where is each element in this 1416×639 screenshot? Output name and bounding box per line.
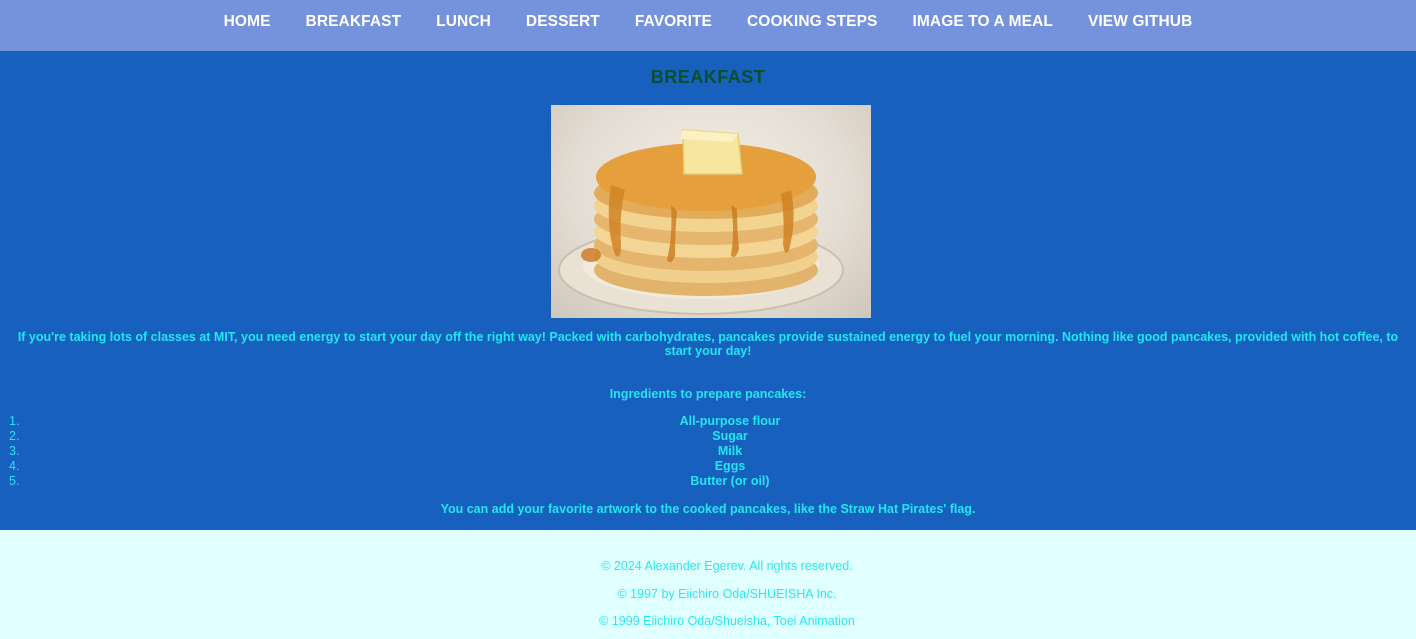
list-item-number: 2.: [9, 429, 20, 443]
list-item: 3. Milk: [0, 444, 1416, 459]
list-item-number: 3.: [9, 444, 20, 458]
top-nav: HOME BREAKFAST LUNCH DESSERT FAVORITE CO…: [0, 0, 1416, 51]
list-item-number: 4.: [9, 459, 20, 473]
list-item-text: All-purpose flour: [679, 414, 781, 428]
nav-dessert-link[interactable]: DESSERT: [526, 13, 600, 31]
footer-copyright-3: © 1999 Eiichiro Oda/Shueisha, Toei Anima…: [599, 614, 855, 628]
list-item-text: Sugar: [712, 429, 748, 443]
ingredients-heading: Ingredients to prepare pancakes:: [609, 387, 807, 401]
nav-breakfast-link[interactable]: BREAKFAST: [306, 13, 402, 31]
list-item-text: Milk: [717, 444, 743, 458]
footer-copyright-2: © 1997 by Eiichiro Oda/SHUEISHA Inc.: [617, 587, 837, 601]
list-item-text: Butter (or oil): [690, 474, 770, 488]
nav-favorite-link[interactable]: FAVORITE: [635, 13, 712, 31]
nav-home-link[interactable]: HOME: [224, 13, 271, 31]
pancakes-photo: [551, 105, 871, 318]
main-content: BREAKFAST If you're taking lots of class…: [0, 51, 1416, 530]
nav-lunch-link[interactable]: LUNCH: [436, 13, 491, 31]
intro-paragraph: If you're taking lots of classes at MIT,…: [17, 330, 1399, 358]
list-item: 4. Eggs: [0, 459, 1416, 474]
footer-copyright-1: © 2024 Alexander Egerev. All rights rese…: [601, 559, 853, 573]
footer: © 2024 Alexander Egerev. All rights rese…: [0, 530, 1416, 639]
nav-cooking-steps-link[interactable]: COOKING STEPS: [747, 13, 877, 31]
ingredients-list: 1. All-purpose flour 2. Sugar 3. Milk 4.…: [0, 414, 1416, 489]
nav-view-github-link[interactable]: VIEW GITHUB: [1088, 13, 1192, 31]
list-item: 5. Butter (or oil): [0, 474, 1416, 489]
list-item: 1. All-purpose flour: [0, 414, 1416, 429]
page-title: BREAKFAST: [650, 67, 766, 87]
list-item: 2. Sugar: [0, 429, 1416, 444]
list-item-number: 1.: [9, 414, 20, 428]
nav-image-to-meal-link[interactable]: IMAGE TO A MEAL: [913, 13, 1053, 31]
list-item-number: 5.: [9, 474, 20, 488]
closing-paragraph: You can add your favorite artwork to the…: [440, 502, 976, 516]
list-item-text: Eggs: [714, 459, 746, 473]
